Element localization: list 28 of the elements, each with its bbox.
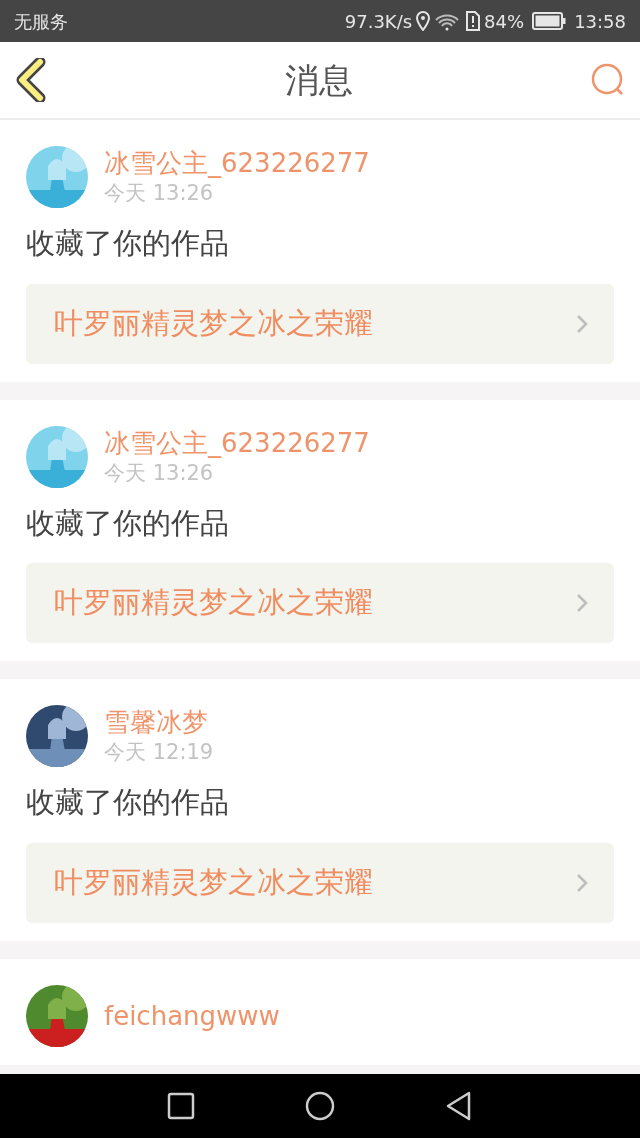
back-icon[interactable] <box>16 58 48 102</box>
username-link[interactable]: 冰雪公主_623226277 <box>104 426 370 459</box>
network-speed: 97.3K/s <box>344 9 413 34</box>
message-text: 收藏了你的作品 <box>26 225 230 262</box>
chevron-right-icon <box>576 872 588 893</box>
timestamp: 今天 12:19 <box>104 739 214 766</box>
chevron-right-icon <box>576 593 588 613</box>
battery-percent: 84% <box>484 9 525 34</box>
location-icon <box>416 11 431 31</box>
recent-apps-icon[interactable] <box>167 1092 195 1120</box>
carrier-text: 无服务 <box>14 9 68 34</box>
timestamp: 今天 13:26 <box>104 459 214 487</box>
home-icon[interactable] <box>305 1091 335 1121</box>
chevron-right-icon <box>576 313 588 334</box>
back-nav-icon[interactable] <box>445 1091 473 1121</box>
battery-icon <box>532 12 567 30</box>
page-title: 消息 <box>285 58 353 102</box>
sim-card-icon <box>466 11 481 31</box>
work-link[interactable]: 叶罗丽精灵梦之冰之荣耀 <box>26 283 614 364</box>
work-link[interactable]: 叶罗丽精灵梦之冰之荣耀 <box>26 842 614 923</box>
message-text: 收藏了你的作品 <box>26 784 230 821</box>
message-text: 收藏了你的作品 <box>26 504 230 542</box>
username-link[interactable]: feichangwww <box>104 999 280 1032</box>
username-link[interactable]: 雪馨冰梦 <box>104 706 208 738</box>
timestamp: 今天 13:26 <box>104 180 214 207</box>
clock: 13:58 <box>574 9 626 34</box>
username-link[interactable]: 冰雪公主_623226277 <box>104 147 370 179</box>
work-link[interactable]: 叶罗丽精灵梦之冰之荣耀 <box>26 563 614 643</box>
